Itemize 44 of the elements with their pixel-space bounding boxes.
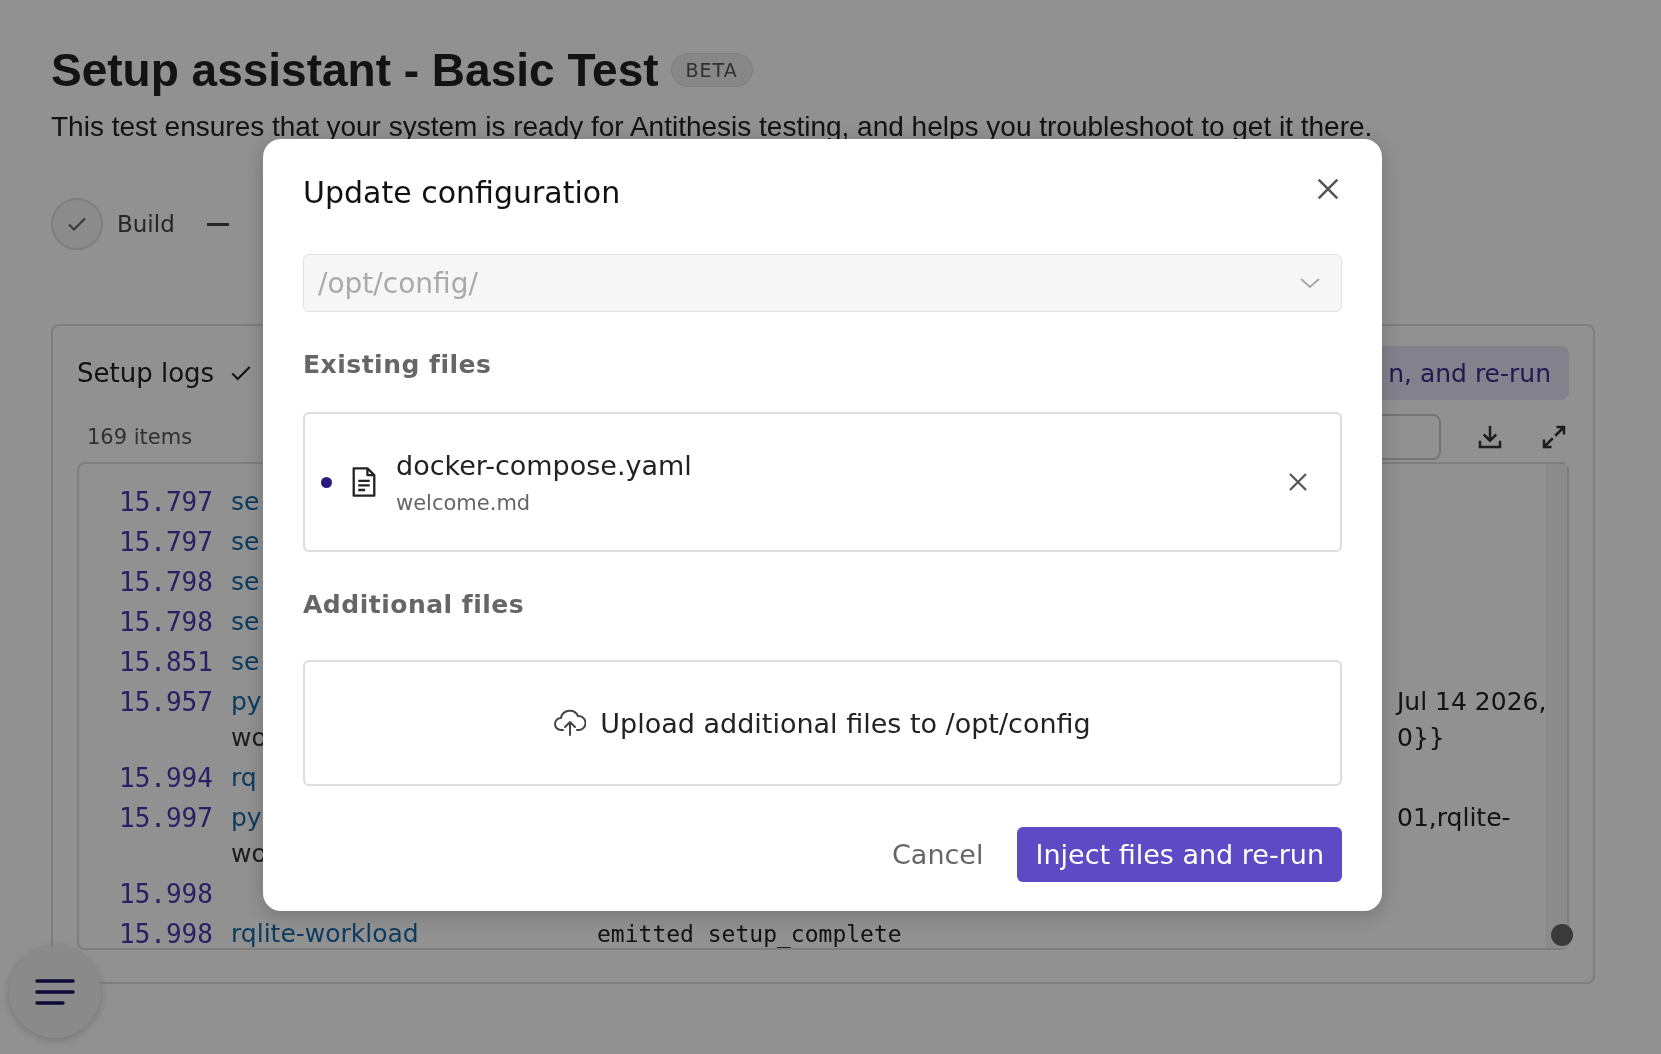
- log-timestamp: 15.851: [119, 646, 214, 679]
- log-timestamp: 15.998: [119, 918, 214, 951]
- log-source[interactable]: se: [231, 484, 260, 520]
- chevron-icon: [1299, 276, 1321, 290]
- upload-label: Upload additional files to /opt/config: [600, 707, 1091, 739]
- log-source[interactable]: se: [231, 604, 260, 640]
- log-timestamp: 15.798: [119, 606, 214, 639]
- logs-title: Setup logs: [77, 358, 215, 388]
- log-timestamp: 15.798: [119, 566, 214, 599]
- log-timestamp: 15.797: [119, 486, 214, 519]
- path-select[interactable]: /opt/config/: [303, 254, 1342, 312]
- log-source[interactable]: py: [231, 800, 262, 836]
- items-count: 169 items: [87, 425, 193, 449]
- dialog-title: Update configuration: [303, 175, 621, 211]
- log-timestamp: 15.797: [119, 526, 214, 559]
- log-timestamp: 15.994: [119, 762, 214, 795]
- upload-area[interactable]: Upload additional files to /opt/config: [303, 660, 1342, 786]
- log-source[interactable]: se: [231, 524, 260, 560]
- upload-icon: [554, 708, 587, 738]
- file-subtitle: welcome.md: [396, 490, 531, 515]
- section-heading: Existing files: [303, 350, 493, 380]
- log-message: 0}}: [1397, 722, 1445, 754]
- log-timestamp: 15.998: [119, 878, 214, 911]
- file-icon: [350, 466, 378, 498]
- inject-button[interactable]: Inject files and re-run: [1017, 827, 1342, 882]
- file-name: docker-compose.yaml: [396, 449, 692, 481]
- scrollbar-thumb[interactable]: [1551, 924, 1574, 946]
- log-timestamp: 15.957: [119, 686, 214, 719]
- log-source[interactable]: se: [231, 644, 260, 680]
- page-title: Setup assistant - Basic Test: [51, 44, 659, 96]
- log-message: emitted setup_complete: [597, 920, 902, 950]
- log-source[interactable]: py: [231, 684, 262, 720]
- log-message: Jul 14 2026,: [1397, 686, 1547, 718]
- cancel-button[interactable]: Cancel: [892, 827, 984, 882]
- step-label[interactable]: Build: [117, 211, 175, 237]
- log-source[interactable]: se: [231, 564, 260, 600]
- beta-badge: BETA: [670, 53, 753, 87]
- log-source[interactable]: rqlite-workload: [231, 916, 419, 952]
- log-timestamp: 15.997: [119, 802, 214, 835]
- log-message: 01,rqlite-: [1397, 802, 1511, 834]
- step-connector: [206, 222, 229, 226]
- log-source[interactable]: rq: [231, 760, 257, 796]
- section-heading: Additional files: [303, 590, 526, 620]
- menu-icon: [34, 977, 76, 1007]
